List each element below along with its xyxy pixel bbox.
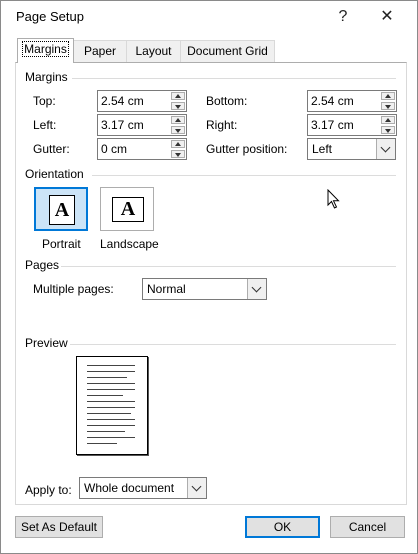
preview-text-line [87, 383, 135, 384]
page-setup-dialog: Page Setup ? ✕ Margins Paper Layout Docu… [0, 0, 418, 554]
spin-up-arrow-icon[interactable] [171, 116, 185, 124]
margins-panel: Margins Top: 2.54 cm Bottom: 2.54 cm Lef… [15, 62, 407, 505]
help-button[interactable]: ? [329, 5, 357, 29]
tab-layout[interactable]: Layout [126, 40, 181, 62]
mouse-cursor-icon [327, 189, 340, 209]
close-button[interactable]: ✕ [373, 5, 401, 29]
spin-down-arrow-icon[interactable] [171, 126, 185, 134]
tab-strip: Margins Paper Layout Document Grid [15, 38, 405, 63]
spin-up-arrow-icon[interactable] [171, 92, 185, 100]
preview-text-line [87, 365, 135, 366]
top-margin-label: Top: [33, 94, 56, 108]
spin-down-arrow-icon[interactable] [381, 102, 395, 110]
top-margin-spinner[interactable]: 2.54 cm [97, 90, 187, 112]
right-margin-label: Right: [206, 118, 238, 132]
multiple-pages-label: Multiple pages: [33, 282, 114, 296]
tab-margins-label: Margins [22, 41, 69, 57]
bottom-margin-label: Bottom: [206, 94, 248, 108]
gutter-value: 0 cm [101, 142, 128, 156]
spin-up-arrow-icon[interactable] [381, 92, 395, 100]
preview-text-line [87, 431, 125, 432]
spin-down-arrow-icon[interactable] [171, 102, 185, 110]
spin-down-arrow-icon[interactable] [381, 126, 395, 134]
preview-text-line [87, 395, 123, 396]
landscape-button[interactable]: A [100, 187, 154, 231]
divider [92, 175, 396, 176]
preview-text-line [87, 377, 127, 378]
preview-text-line [87, 437, 135, 438]
preview-text-line [87, 443, 117, 444]
right-margin-value: 3.17 cm [311, 118, 354, 132]
set-as-default-button[interactable]: Set As Default [15, 516, 103, 538]
page-preview [76, 356, 148, 455]
tab-margins[interactable]: Margins [17, 38, 74, 63]
preview-group-label: Preview [25, 336, 68, 350]
landscape-page-icon: A [112, 197, 144, 222]
preview-text-line [87, 389, 135, 390]
preview-text-line [87, 413, 131, 414]
apply-to-label: Apply to: [25, 483, 72, 497]
multiple-pages-value: Normal [147, 282, 186, 296]
left-margin-value: 3.17 cm [101, 118, 144, 132]
landscape-label: Landscape [100, 237, 159, 251]
portrait-button[interactable]: A [34, 187, 88, 231]
gutter-position-label: Gutter position: [206, 142, 288, 156]
bottom-margin-spinner[interactable]: 2.54 cm [307, 90, 397, 112]
spin-up-arrow-icon[interactable] [381, 116, 395, 124]
multiple-pages-select[interactable]: Normal [142, 278, 267, 300]
tab-document-grid[interactable]: Document Grid [180, 40, 275, 62]
spin-up-arrow-icon[interactable] [171, 140, 185, 148]
preview-text-line [87, 371, 135, 372]
window-title: Page Setup [16, 9, 84, 24]
chevron-down-icon[interactable] [376, 139, 395, 159]
portrait-page-icon: A [49, 195, 75, 225]
gutter-position-select[interactable]: Left [307, 138, 396, 160]
divider [72, 78, 396, 79]
chevron-down-icon[interactable] [247, 279, 266, 299]
margins-group-label: Margins [25, 70, 68, 84]
apply-to-select[interactable]: Whole document [79, 477, 207, 499]
tab-paper[interactable]: Paper [73, 40, 127, 62]
gutter-spinner[interactable]: 0 cm [97, 138, 187, 160]
pages-group-label: Pages [25, 258, 60, 272]
bottom-margin-value: 2.54 cm [311, 94, 354, 108]
gutter-position-value: Left [312, 142, 333, 156]
preview-text-line [87, 407, 135, 408]
preview-text-line [87, 401, 135, 402]
chevron-down-icon[interactable] [187, 478, 206, 498]
preview-text-line [87, 419, 135, 420]
portrait-label: Portrait [42, 237, 81, 251]
apply-to-value: Whole document [84, 481, 175, 495]
gutter-label: Gutter: [33, 142, 70, 156]
divider [70, 344, 396, 345]
title-bar: Page Setup ? ✕ [1, 1, 417, 33]
orientation-group-label: Orientation [25, 167, 84, 181]
divider [61, 266, 396, 267]
ok-button[interactable]: OK [245, 516, 320, 538]
right-margin-spinner[interactable]: 3.17 cm [307, 114, 397, 136]
left-margin-label: Left: [33, 118, 57, 132]
left-margin-spinner[interactable]: 3.17 cm [97, 114, 187, 136]
top-margin-value: 2.54 cm [101, 94, 144, 108]
preview-text-line [87, 425, 135, 426]
spin-down-arrow-icon[interactable] [171, 150, 185, 158]
cancel-button[interactable]: Cancel [330, 516, 405, 538]
